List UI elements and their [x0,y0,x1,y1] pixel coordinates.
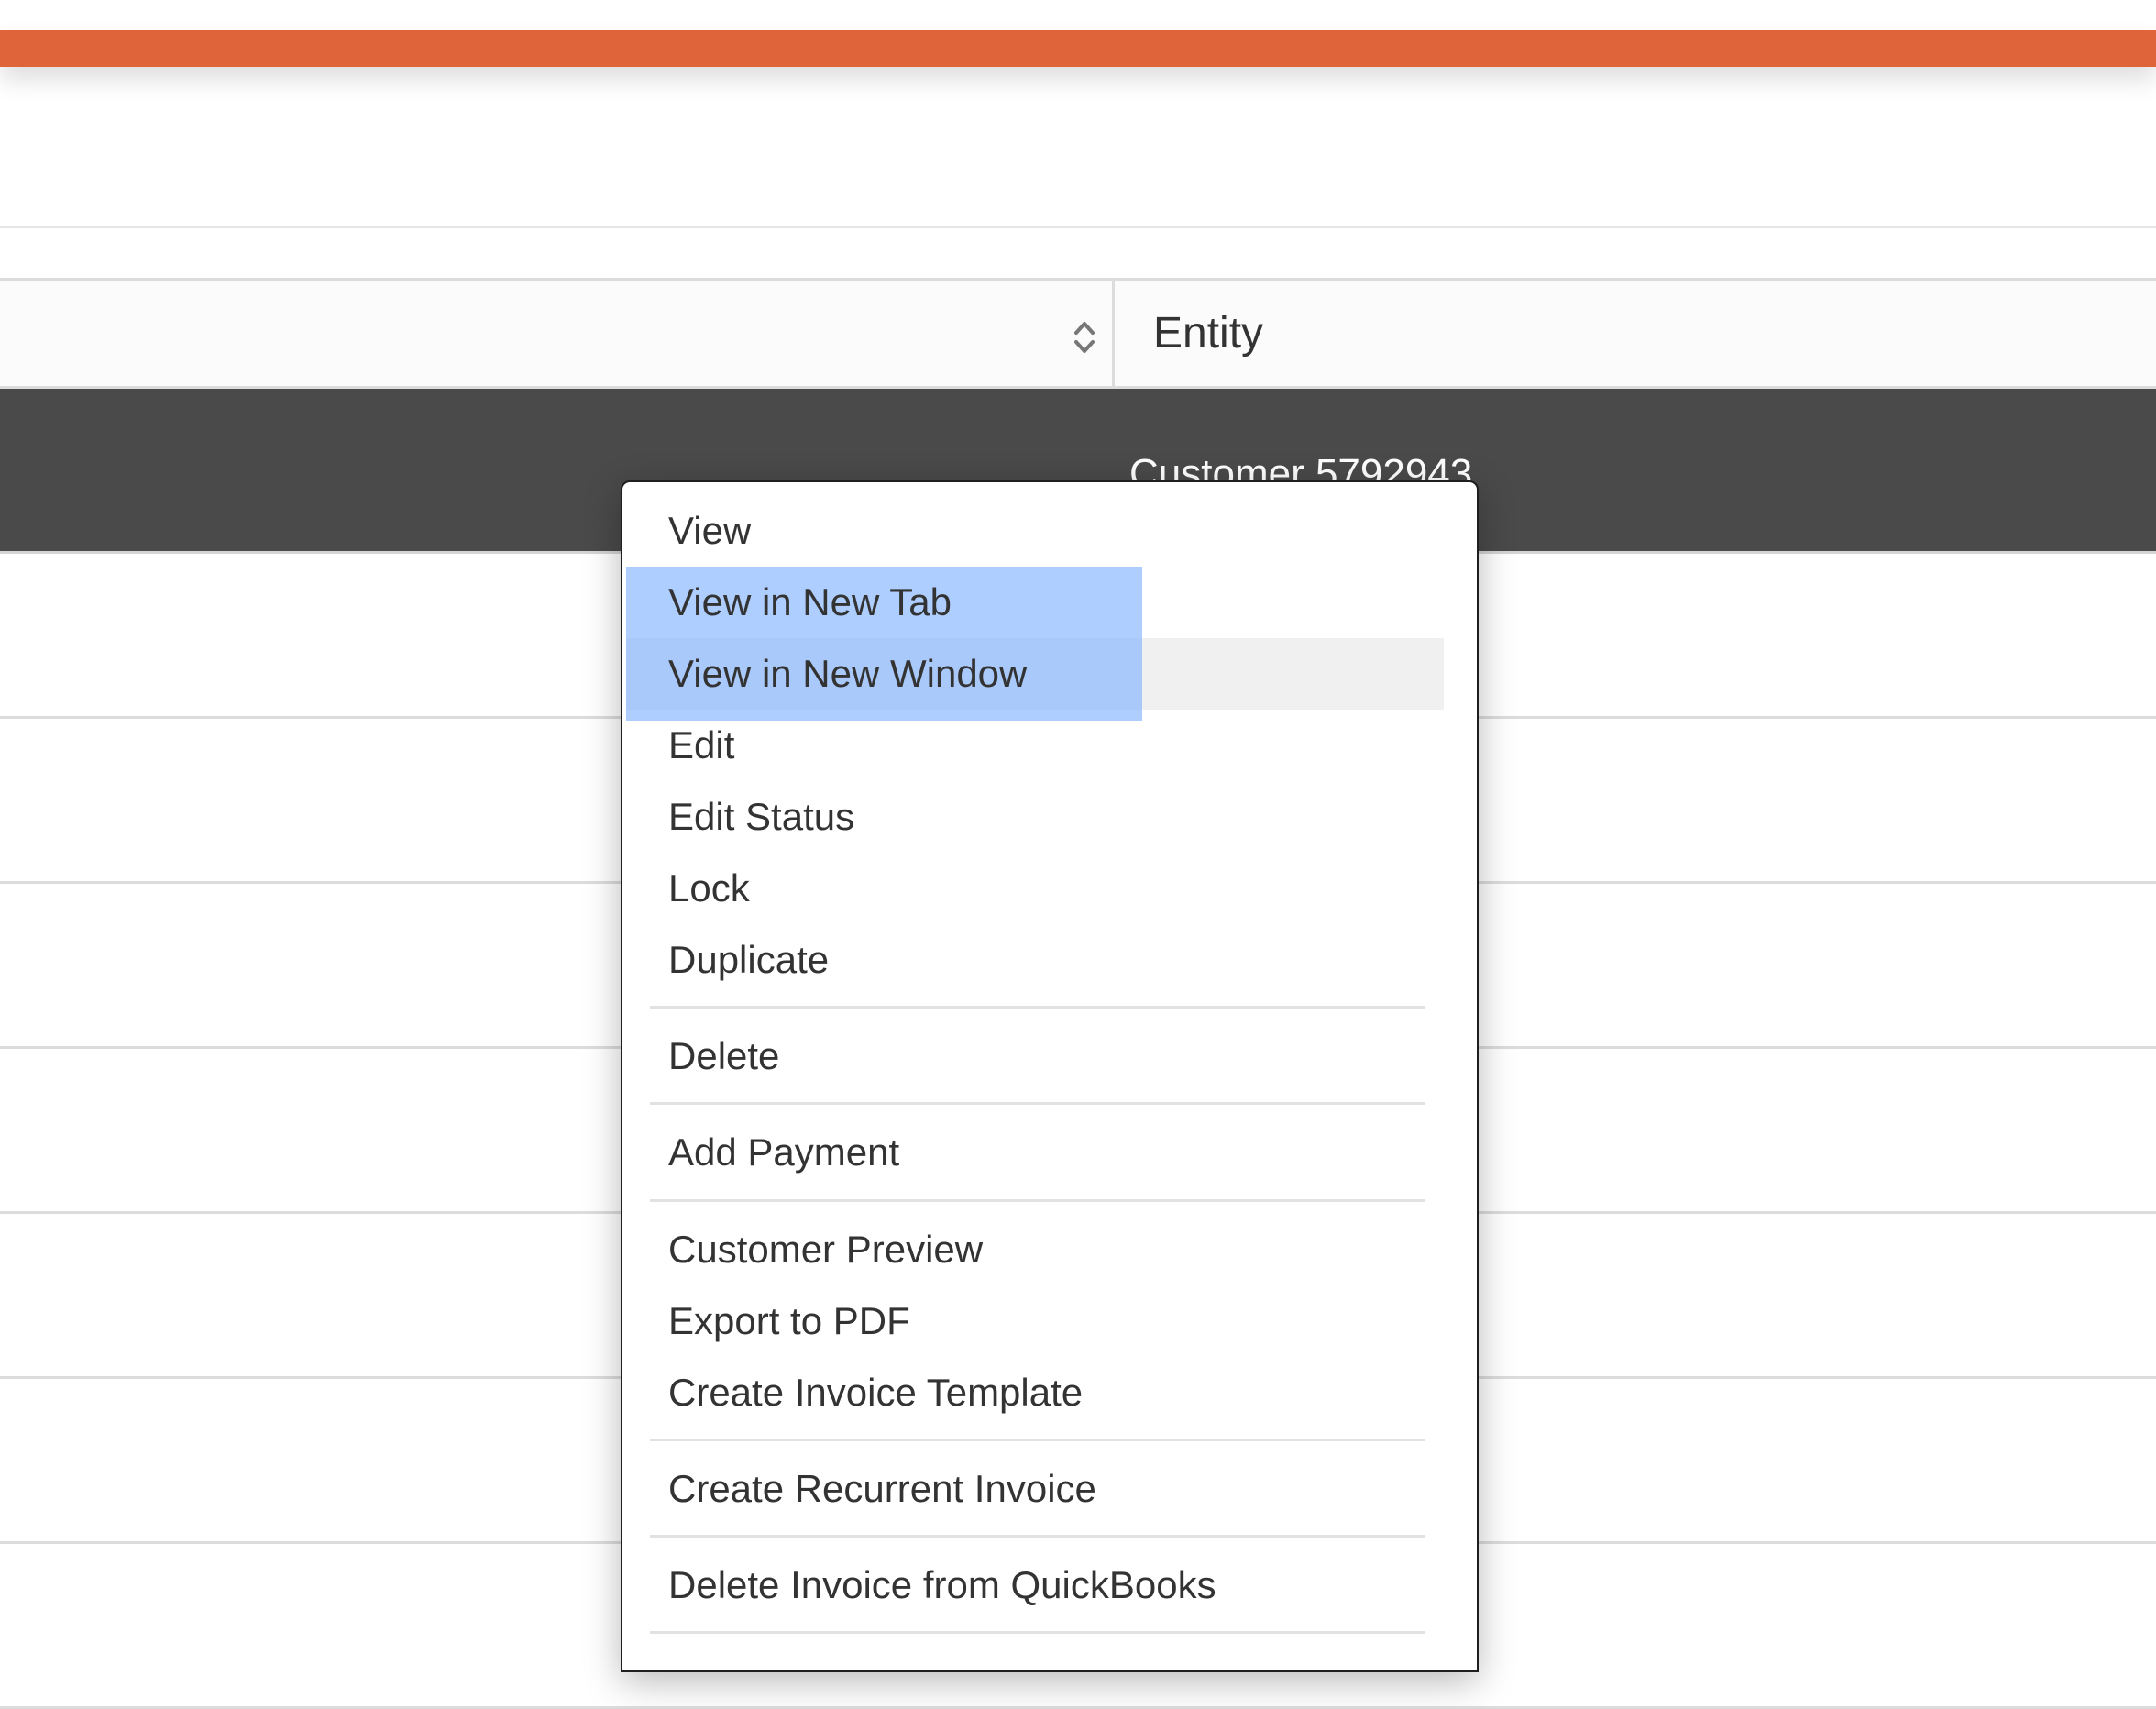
menu-item-export-to-pdf[interactable]: Export to PDF [668,1285,910,1357]
menu-item-view-in-new-window[interactable]: View in New Window [668,638,1027,710]
toolbar-divider [0,226,2156,228]
top-accent-bar [0,30,2156,67]
menu-item-delete-invoice-from-quickbooks[interactable]: Delete Invoice from QuickBooks [668,1549,1216,1621]
menu-separator [650,1006,1424,1009]
menu-item-edit-status[interactable]: Edit Status [668,781,854,853]
menu-separator [650,1102,1424,1105]
menu-item-view[interactable]: View [668,495,751,567]
context-menu: View View in New Tab View in New Window … [621,480,1479,1672]
menu-separator [650,1631,1424,1634]
menu-item-edit[interactable]: Edit [668,710,734,781]
entity-column-header[interactable]: Entity [1153,308,1263,359]
menu-separator [650,1535,1424,1538]
menu-item-lock[interactable]: Lock [668,853,750,924]
menu-separator [650,1439,1424,1441]
menu-item-delete[interactable]: Delete [668,1020,779,1092]
menu-item-add-payment[interactable]: Add Payment [668,1117,899,1188]
column-divider [1112,281,1115,386]
table-header: Entity [0,278,2156,389]
menu-item-customer-preview[interactable]: Customer Preview [668,1214,983,1285]
menu-separator [650,1199,1424,1202]
menu-item-view-in-new-tab[interactable]: View in New Tab [668,567,952,638]
menu-item-duplicate[interactable]: Duplicate [668,924,829,996]
menu-item-create-invoice-template[interactable]: Create Invoice Template [668,1357,1083,1428]
sort-arrows-icon[interactable] [1068,315,1101,359]
menu-item-create-recurrent-invoice[interactable]: Create Recurrent Invoice [668,1453,1096,1525]
